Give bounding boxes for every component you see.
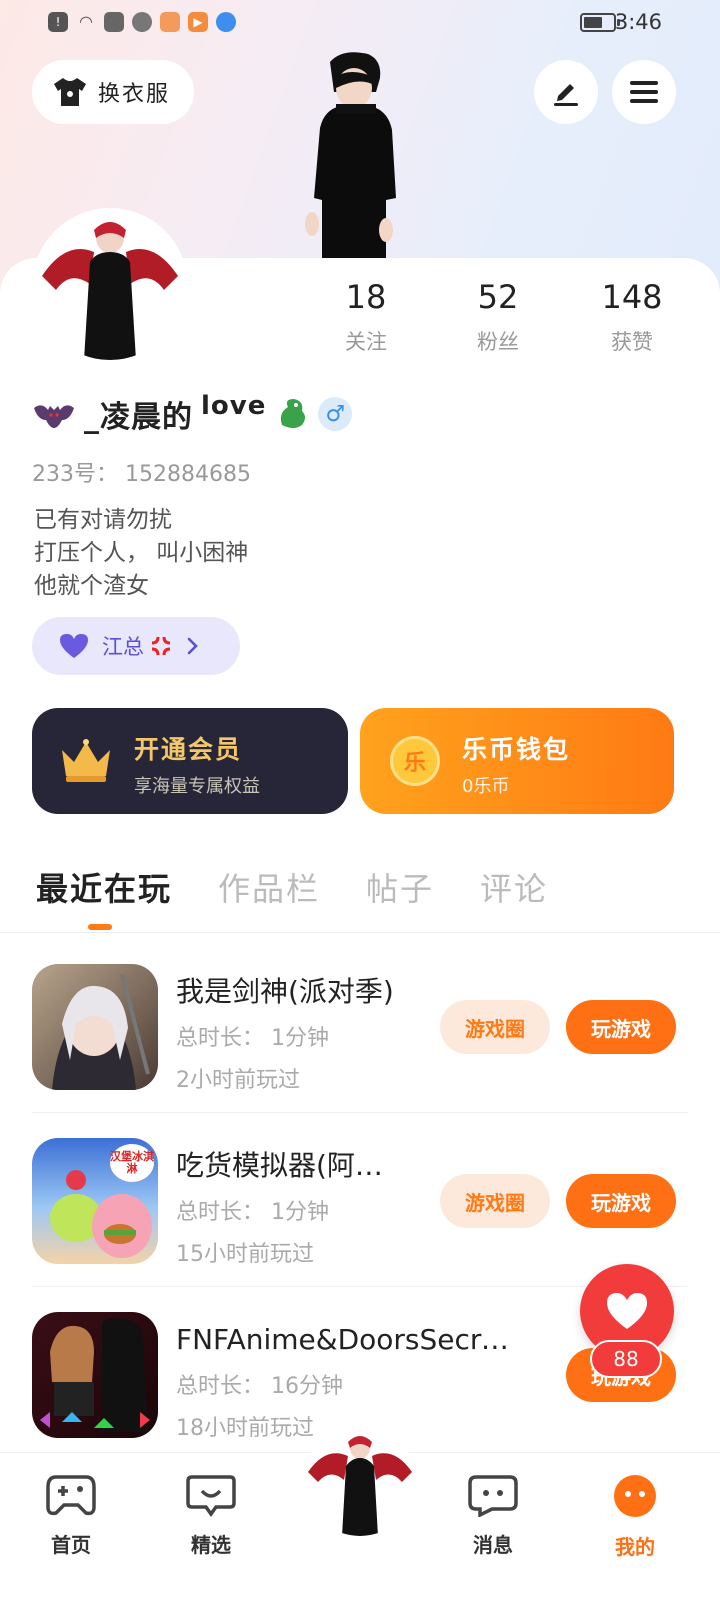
change-outfit-button[interactable]: 换衣服: [32, 60, 194, 124]
game-circle-button[interactable]: 游戏圈: [440, 1000, 550, 1054]
purple-heart-icon: [60, 634, 88, 658]
crown-icon: [62, 739, 110, 782]
browser-icon: [216, 12, 236, 32]
demon-wing-avatar-figure: [36, 212, 184, 360]
stat-likes[interactable]: 148 获赞: [582, 278, 682, 356]
edit-button[interactable]: [534, 60, 598, 124]
battery-icon: [580, 13, 620, 32]
stat-following-count: 18: [345, 278, 387, 316]
user-name: _凌晨的: [84, 400, 193, 435]
status-time: 3:46: [614, 10, 662, 34]
stat-following[interactable]: 18 关注: [316, 278, 416, 356]
game-icon-sword-god[interactable]: [32, 964, 158, 1090]
game-last-played: 2小时前玩过: [176, 1068, 300, 1093]
nav-messages[interactable]: 消息: [448, 1473, 538, 1558]
bat-icon: [34, 405, 74, 428]
tshirt-icon: [54, 78, 86, 106]
stat-followers-count: 52: [477, 278, 519, 316]
nav-avatar-center[interactable]: [304, 1424, 416, 1536]
burger-icecream-badge: 汉堡冰淇淋: [110, 1144, 154, 1182]
vip-subtitle: 享海量专属权益: [134, 776, 260, 797]
game-duration: 总时长： 16分钟: [176, 1374, 343, 1399]
chevron-right-icon: [187, 637, 198, 655]
bio-line: 已有对请勿扰: [34, 507, 172, 533]
stat-followers-label: 粉丝: [477, 330, 519, 354]
demon-wing-avatar-figure: [308, 1436, 412, 1536]
play-game-button[interactable]: 玩游戏: [566, 1000, 676, 1054]
pen-icon: [554, 84, 578, 106]
change-outfit-label: 换衣服: [98, 82, 171, 107]
menu-button[interactable]: [612, 60, 676, 124]
tab-posts[interactable]: 帖子: [366, 864, 434, 910]
anime-knight-illustration: [52, 973, 150, 1090]
nav-profile-label: 我的: [615, 1535, 655, 1559]
bio-line: 他就个渣女: [34, 573, 149, 599]
nav-home[interactable]: 首页: [26, 1473, 116, 1558]
profile-avatar[interactable]: [32, 208, 188, 364]
game-last-played: 15小时前玩过: [176, 1242, 314, 1267]
stat-followers[interactable]: 52 粉丝: [448, 278, 548, 356]
content-tabs: 最近在玩 作品栏 帖子 评论: [36, 864, 548, 910]
heart-chat-icon: [186, 1475, 236, 1518]
fnf-characters-illustration: [40, 1318, 150, 1432]
game-title: 吃货模拟器(阿…: [176, 1149, 383, 1182]
message-icon: [468, 1475, 518, 1518]
message-app-icon: [160, 12, 180, 32]
bio-line: 打压个人， 叫小困神: [34, 540, 249, 566]
wifi-icon: ◠: [79, 12, 93, 31]
wallet-subtitle: 0乐币: [462, 776, 510, 797]
nav-messages-label: 消息: [473, 1533, 513, 1557]
status-bar: ! ◠ ▶ 3:46: [0, 0, 720, 48]
gamepad-icon: [46, 1475, 96, 1516]
user-bio: 已有对请勿扰 打压个人， 叫小困神 他就个渣女: [34, 504, 248, 603]
game-icon-fnf-doors[interactable]: [32, 1312, 158, 1438]
tab-indicator: [88, 924, 112, 930]
profile-face-icon: [614, 1475, 656, 1517]
cp-tag-label: 江总: [102, 635, 144, 659]
play-game-button[interactable]: 玩游戏: [566, 1174, 676, 1228]
game-title: 我是剑神(派对季): [176, 975, 394, 1008]
nav-profile[interactable]: 我的: [590, 1473, 680, 1560]
anger-symbol-icon: [151, 636, 171, 656]
name-row: _凌晨的 love ♂: [32, 391, 353, 436]
gender-male-icon: ♂: [318, 397, 353, 431]
coin-icon-label: 乐: [403, 751, 426, 776]
stat-likes-count: 148: [601, 278, 663, 316]
coin-icon: 乐: [390, 736, 440, 786]
notification-icons: ! ◠ ▶: [48, 12, 236, 32]
hamburger-menu-icon: [630, 81, 658, 103]
alert-icon: !: [48, 12, 68, 32]
tab-works[interactable]: 作品栏: [218, 864, 320, 910]
vip-title: 开通会员: [134, 735, 243, 764]
vip-card[interactable]: 开通会员 享海量专属权益: [32, 708, 348, 814]
user-name-suffix: love: [201, 391, 267, 421]
game-title: FNFAnime&DoorsSecret模组: [176, 1323, 516, 1356]
tab-recently-played[interactable]: 最近在玩: [36, 864, 172, 910]
stat-likes-label: 获赞: [611, 330, 653, 354]
cp-tag-button[interactable]: 江总: [32, 617, 240, 675]
wallet-card[interactable]: 乐 乐币钱包 0乐币: [360, 708, 674, 814]
wallet-title: 乐币钱包: [462, 735, 571, 764]
row-divider: [32, 1112, 688, 1113]
user-id[interactable]: 233号： 152884685: [32, 456, 251, 488]
game-icon-foodie-simulator[interactable]: 汉堡冰淇淋: [32, 1138, 158, 1264]
game-duration: 总时长： 1分钟: [176, 1026, 329, 1051]
tab-divider: [0, 932, 720, 933]
game-duration: 总时长： 1分钟: [176, 1200, 329, 1225]
stat-following-label: 关注: [345, 330, 387, 354]
nav-home-label: 首页: [51, 1533, 91, 1557]
avatar-character-figure[interactable]: [290, 48, 420, 258]
play-app-icon: ▶: [188, 12, 208, 32]
dragon-icon: [281, 399, 306, 428]
wechat-icon: [132, 12, 152, 32]
nav-featured[interactable]: 精选: [166, 1473, 256, 1558]
heart-icon: [607, 1293, 647, 1329]
like-count-badge: 88: [590, 1340, 662, 1378]
game-circle-button[interactable]: 游戏圈: [440, 1174, 550, 1228]
nav-featured-label: 精选: [191, 1533, 231, 1557]
tab-comments[interactable]: 评论: [480, 864, 548, 910]
app-icon: [104, 12, 124, 32]
game-last-played: 18小时前玩过: [176, 1416, 314, 1441]
